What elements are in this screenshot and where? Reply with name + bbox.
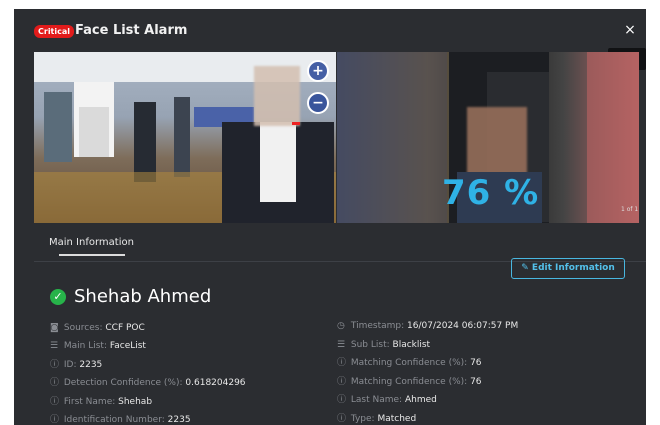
check-circle-icon: ✓ (50, 289, 66, 305)
field-sub-list: ☰ Sub List: Blacklist (337, 340, 431, 350)
field-matching-confidence-2: ⓘ Matching Confidence (%): 76 (337, 377, 482, 387)
info-icon: ⓘ (50, 360, 60, 370)
info-icon: ⓘ (337, 395, 347, 405)
field-sources: ◙ Sources: CCF POC (50, 323, 145, 333)
field-first-name: ⓘ First Name: Shehab (50, 397, 153, 407)
scene-snapshot-image: + − (34, 52, 336, 223)
matched-face-image: 76 % 1 of 1 (337, 52, 639, 223)
clock-icon: ◷ (337, 321, 345, 331)
camera-icon: ◙ (50, 323, 59, 333)
list-icon: ☰ (50, 341, 59, 351)
image-pager: 1 of 1 (621, 206, 639, 213)
field-last-name: ⓘ Last Name: Ahmed (337, 395, 437, 405)
edit-information-label: Edit Information (531, 263, 615, 273)
list-icon: ☰ (337, 340, 346, 350)
face-list-alarm-dialog: Critical Face List Alarm × Close + − 76 … (14, 9, 646, 425)
dialog-header: Critical Face List Alarm × (14, 9, 646, 51)
info-icon: ⓘ (50, 415, 60, 425)
info-icon: ⓘ (337, 414, 347, 424)
tab-main-information[interactable]: Main Information (49, 236, 134, 250)
info-icon: ⓘ (50, 378, 60, 388)
dialog-title: Face List Alarm (75, 23, 188, 38)
field-type: ⓘ Type: Matched (337, 414, 417, 424)
info-icon: ⓘ (337, 358, 347, 368)
active-tab-indicator (59, 254, 125, 256)
field-main-list: ☰ Main List: FaceList (50, 341, 146, 351)
field-id: ⓘ ID: 2235 (50, 360, 103, 370)
field-timestamp: ◷ Timestamp: 16/07/2024 06:07:57 PM (337, 321, 519, 331)
close-icon[interactable]: × (622, 22, 638, 38)
critical-badge: Critical (34, 25, 75, 38)
zoom-out-button[interactable]: − (307, 92, 329, 114)
field-detection-confidence: ⓘ Detection Confidence (%): 0.618204296 (50, 378, 246, 388)
zoom-in-button[interactable]: + (307, 60, 329, 82)
info-icon: ⓘ (50, 397, 60, 407)
field-identification-number: ⓘ Identification Number: 2235 (50, 415, 191, 425)
person-name: Shehab Ahmed (74, 286, 212, 307)
info-icon: ⓘ (337, 377, 347, 387)
edit-pencil-icon: ✎ (521, 263, 532, 273)
match-percentage: 76 % (442, 173, 540, 213)
edit-information-button[interactable]: ✎ Edit Information (511, 258, 625, 279)
field-matching-confidence: ⓘ Matching Confidence (%): 76 (337, 358, 482, 368)
